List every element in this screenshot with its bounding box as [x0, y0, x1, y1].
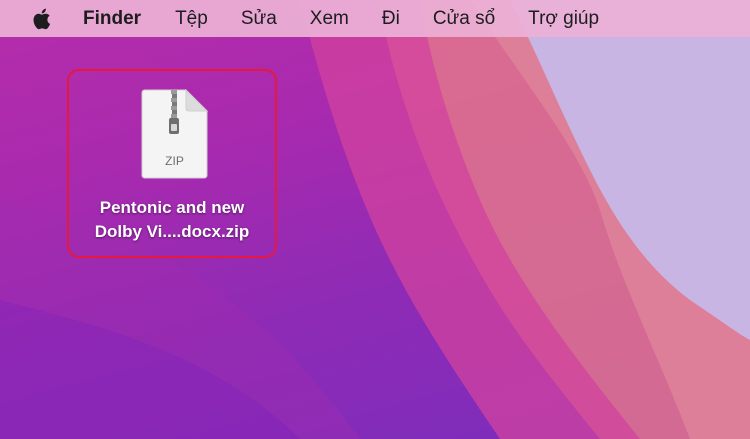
zip-icon-text: ZIP: [165, 154, 184, 168]
desktop-file-zip[interactable]: ZIP Pentonic and new Dolby Vi....docx.zi…: [67, 69, 277, 258]
menu-go[interactable]: Đi: [382, 8, 400, 30]
zip-archive-icon[interactable]: ZIP: [140, 88, 209, 179]
file-name-line-2: Dolby Vi....docx.zip: [94, 222, 250, 241]
menu-window[interactable]: Cửa sổ: [433, 8, 495, 30]
apple-logo-icon[interactable]: [30, 7, 52, 31]
menu-help[interactable]: Trợ giúp: [528, 8, 599, 30]
file-name-line-1: Pentonic and new: [99, 198, 245, 217]
menu-bar: Finder Tệp Sửa Xem Đi Cửa sổ Trợ giúp: [0, 0, 750, 37]
menu-edit[interactable]: Sửa: [241, 8, 277, 30]
file-name-label: Pentonic and new Dolby Vi....docx.zip: [69, 196, 275, 244]
menu-view[interactable]: Xem: [310, 8, 349, 30]
menu-file[interactable]: Tệp: [175, 8, 208, 30]
menu-app-finder[interactable]: Finder: [83, 8, 141, 30]
